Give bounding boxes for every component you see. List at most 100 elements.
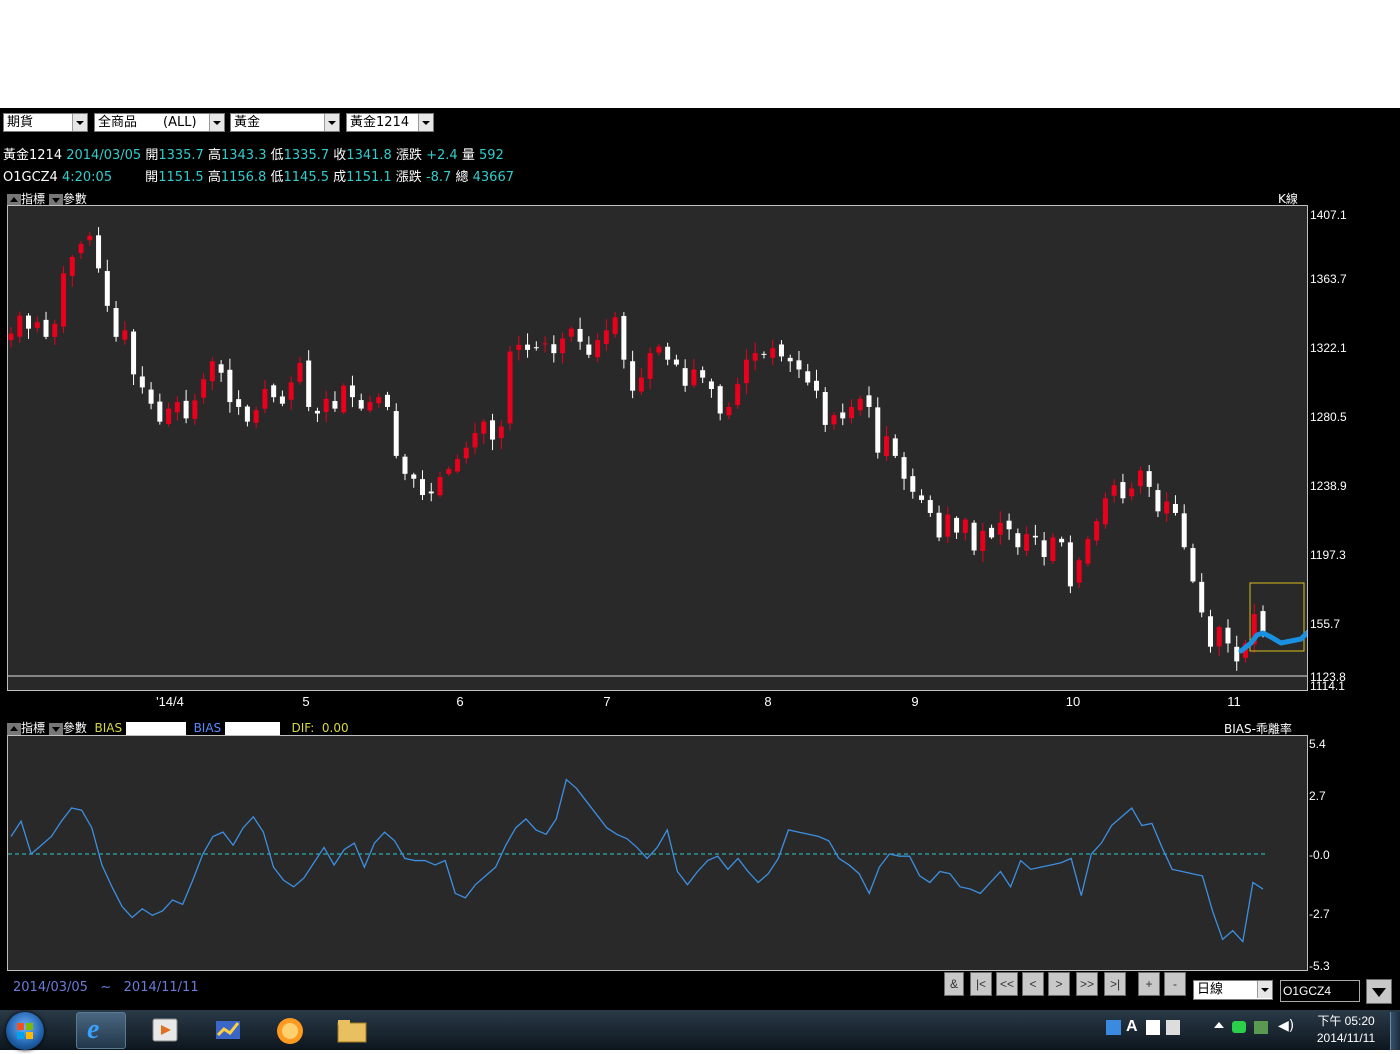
candle-body	[332, 401, 338, 409]
bias-line	[10, 778, 1264, 944]
quote-line-realtime: O1GCZ4 4:20:05 開1151.5 高1156.8 低1145.5 成…	[3, 166, 514, 185]
params-label[interactable]: 參數	[63, 721, 87, 735]
bias-panel[interactable]	[7, 735, 1308, 971]
candle-body	[253, 410, 259, 423]
indicator-up-icon[interactable]	[7, 193, 21, 206]
x-tick-label: 10	[1065, 694, 1081, 709]
candle-body	[236, 399, 242, 407]
next-button[interactable]: >	[1048, 972, 1070, 996]
x-tick-label: 6	[456, 694, 464, 709]
amp-button[interactable]: &	[944, 972, 964, 996]
clock[interactable]: 下午 05:20 2014/11/11	[1306, 1013, 1386, 1047]
ie-logo-icon: e	[87, 1014, 100, 1045]
candle-body	[971, 522, 977, 551]
candle-body	[805, 371, 811, 383]
finance-app-icon[interactable]	[212, 1015, 246, 1045]
prev-button[interactable]: <	[1022, 972, 1044, 996]
candle-body	[647, 353, 653, 379]
low-label: 低	[270, 148, 284, 163]
candle-body	[936, 512, 942, 538]
candle-body	[1172, 503, 1178, 513]
candle-body	[26, 315, 32, 329]
prev-page-button[interactable]: <<	[996, 972, 1018, 996]
line-app-icon[interactable]	[1232, 1021, 1246, 1033]
internet-explorer-icon[interactable]: e	[76, 1012, 126, 1049]
last-button[interactable]: >|	[1104, 972, 1126, 996]
candle-body	[682, 368, 688, 386]
chevron-down-icon[interactable]	[1257, 981, 1272, 998]
keyboard-icon[interactable]	[1166, 1020, 1180, 1035]
commodity-value: 黃金	[234, 115, 261, 130]
candle-body	[577, 328, 583, 342]
candle-body	[34, 322, 40, 328]
indicator-up-icon[interactable]	[7, 722, 21, 735]
period-select[interactable]: 日線	[1193, 980, 1273, 1000]
indicator-label[interactable]: 指標	[21, 721, 45, 735]
candle-body	[761, 353, 767, 355]
candle-body	[717, 386, 723, 414]
candle-body	[122, 330, 128, 340]
input-method-icon[interactable]	[1106, 1020, 1121, 1035]
candle-body	[306, 360, 312, 407]
contract-select[interactable]: 黃金1214	[346, 113, 434, 132]
candle-body	[271, 385, 277, 398]
candlestick-panel[interactable]	[7, 205, 1308, 691]
bias-y-tick-label: -2.7	[1309, 907, 1330, 921]
messenger-app-icon[interactable]	[273, 1015, 307, 1045]
bias-y-tick-label: -5.3	[1309, 959, 1330, 973]
candle-body	[857, 398, 863, 411]
font-a-icon[interactable]: A	[1126, 1018, 1138, 1036]
candle-body	[770, 348, 776, 358]
candle-body	[463, 447, 469, 459]
candle-body	[61, 273, 67, 327]
next-page-button[interactable]: >>	[1076, 972, 1098, 996]
start-button-icon[interactable]	[6, 1012, 44, 1050]
high-label: 高	[207, 148, 221, 163]
market-type-select[interactable]: 期貨	[3, 113, 88, 132]
show-desktop-button[interactable]	[1390, 1012, 1400, 1050]
candle-body	[1181, 513, 1187, 548]
candle-body	[726, 406, 732, 416]
chevron-down-icon[interactable]	[324, 114, 339, 131]
symbol-input[interactable]: O1GCZ4	[1280, 980, 1360, 1002]
file-explorer-icon[interactable]	[335, 1015, 369, 1045]
quote-time: 4:20:05	[61, 170, 113, 185]
window-icon[interactable]	[1146, 1020, 1160, 1035]
candle-body	[376, 397, 382, 404]
candle-body	[954, 517, 960, 533]
candle-body	[481, 421, 487, 434]
y-tick-label: 1114.1	[1310, 679, 1345, 693]
product-group-select[interactable]: 全商品 (ALL)	[94, 113, 225, 132]
candle-body	[472, 433, 478, 448]
dropdown-button[interactable]	[1366, 979, 1392, 1004]
y-tick-label: 1280.5	[1310, 410, 1347, 424]
commodity-select[interactable]: 黃金	[230, 113, 340, 132]
volume-icon[interactable]: ◀)	[1278, 1018, 1294, 1034]
candle-body	[349, 385, 355, 398]
quote-symbol: 黃金1214	[3, 148, 63, 163]
y-tick-label: 155.7	[1310, 617, 1341, 631]
candle-body	[113, 308, 119, 337]
tray-expand-icon[interactable]	[1214, 1022, 1224, 1028]
zoom-out-button[interactable]: -	[1164, 972, 1186, 996]
zoom-in-button[interactable]: +	[1138, 972, 1160, 996]
first-button[interactable]: |<	[970, 972, 992, 996]
candle-body	[822, 392, 828, 425]
chevron-down-icon[interactable]	[72, 114, 87, 131]
chevron-down-icon[interactable]	[418, 114, 433, 131]
volume-value: 592	[478, 148, 504, 163]
change-label: 漲跌	[395, 148, 422, 163]
candle-body	[8, 333, 14, 341]
candle-body	[831, 415, 837, 425]
chevron-down-icon[interactable]	[209, 114, 224, 131]
volume-label: 量	[461, 148, 475, 163]
indicator-label[interactable]: 指標	[21, 192, 45, 206]
params-down-icon[interactable]	[48, 193, 63, 206]
network-icon[interactable]	[1254, 1021, 1268, 1034]
candle-body	[341, 385, 347, 413]
params-down-icon[interactable]	[48, 722, 63, 735]
media-player-icon[interactable]	[150, 1015, 184, 1045]
params-label[interactable]: 參數	[63, 192, 87, 206]
change-value: +2.4	[426, 148, 458, 163]
x-tick-label: '14/4	[156, 694, 184, 709]
